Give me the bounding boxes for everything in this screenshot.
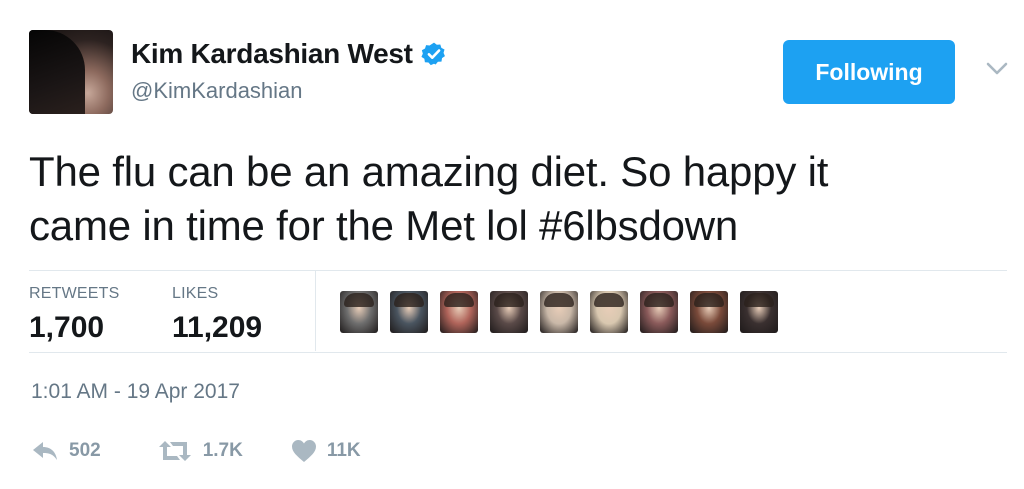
author-name-row[interactable]: Kim Kardashian West	[131, 38, 447, 70]
retweet-action[interactable]: 1.7K	[157, 439, 243, 463]
author-handle[interactable]: @KimKardashian	[131, 78, 303, 104]
liker-avatars	[340, 291, 778, 333]
liker-avatar-hair	[544, 293, 574, 307]
liker-avatar-hair	[594, 293, 624, 307]
like-action[interactable]: 11K	[291, 439, 361, 463]
liker-avatar-hair	[644, 293, 674, 307]
liker-avatar-9[interactable]	[740, 291, 778, 333]
stats-separator	[315, 271, 316, 351]
liker-avatar-hair	[494, 293, 524, 307]
liker-avatar-hair	[744, 293, 774, 307]
liker-avatar-4[interactable]	[490, 291, 528, 333]
liker-avatar-hair	[694, 293, 724, 307]
liker-avatar-1[interactable]	[340, 291, 378, 333]
tweet-text-line-2: came in time for the Met lol #6lbsdown	[29, 202, 739, 249]
divider-bottom	[29, 352, 1007, 353]
author-name[interactable]: Kim Kardashian West	[131, 38, 413, 70]
likes-stat[interactable]: LIKES 11,209	[172, 285, 262, 345]
liker-avatar-2[interactable]	[390, 291, 428, 333]
retweet-icon	[158, 441, 191, 461]
liker-avatar-hair	[344, 293, 374, 307]
heart-icon	[291, 440, 316, 462]
tweet-timestamp[interactable]: 1:01 AM - 19 Apr 2017	[31, 380, 240, 404]
likes-label: LIKES	[172, 285, 219, 302]
liker-avatar-5[interactable]	[540, 291, 578, 333]
liker-avatar-hair	[444, 293, 474, 307]
reply-action[interactable]: 502	[31, 440, 101, 462]
tweet-stats: RETWEETS 1,700 LIKES 11,209	[29, 271, 1007, 351]
liker-avatar-hair	[394, 293, 424, 307]
liker-avatar-6[interactable]	[590, 291, 628, 333]
chevron-down-icon[interactable]	[986, 62, 1008, 76]
tweet-actions: 502 1.7K 11K	[31, 434, 399, 468]
verified-badge-icon	[421, 42, 445, 66]
reply-count: 502	[69, 440, 101, 461]
avatar-image-hair	[29, 30, 85, 114]
likes-value: 11,209	[172, 311, 263, 344]
tweet-text: The flu can be an amazing diet. So happy…	[29, 145, 989, 253]
reply-icon	[33, 442, 57, 460]
retweet-count: 1.7K	[202, 440, 243, 461]
liker-avatar-8[interactable]	[690, 291, 728, 333]
like-count: 11K	[326, 440, 361, 461]
liker-avatar-3[interactable]	[440, 291, 478, 333]
retweets-value: 1,700	[29, 311, 105, 344]
author-avatar[interactable]	[29, 30, 113, 114]
liker-avatar-7[interactable]	[640, 291, 678, 333]
tweet-text-line-1: The flu can be an amazing diet. So happy…	[29, 148, 829, 195]
retweets-stat[interactable]: RETWEETS 1,700	[29, 285, 120, 345]
following-button[interactable]: Following	[783, 40, 955, 104]
retweets-label: RETWEETS	[29, 285, 120, 302]
